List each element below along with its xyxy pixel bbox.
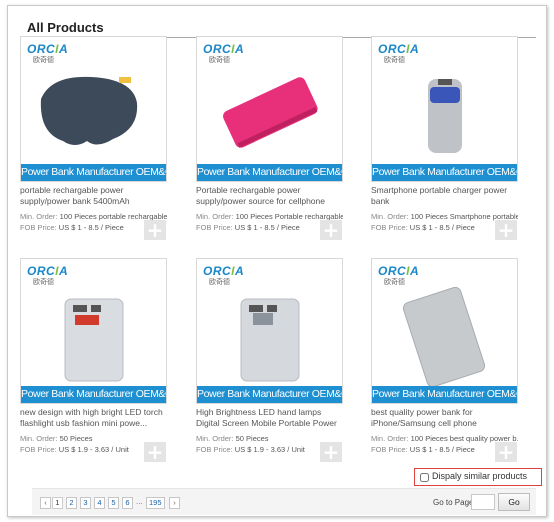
logo-chinese: 欧奇德 <box>384 56 405 64</box>
goto-page-input[interactable] <box>471 494 495 510</box>
product-name-link[interactable]: High Brightness LED hand lamps Digital S… <box>196 407 344 431</box>
fob-price-value: US $ 1.9 - 3.63 / Unit <box>58 445 129 454</box>
product-thumbnail[interactable]: ORCIA欧奇德 Power Bank Manufacturer OEM&ODM … <box>20 36 167 182</box>
page-last-link[interactable]: 195 <box>146 497 165 509</box>
display-similar-toggle[interactable]: Dispaly similar products <box>414 468 542 486</box>
fob-price-value: US $ 1.9 - 3.63 / Unit <box>234 445 305 454</box>
fob-price-label: FOB Price: <box>196 223 233 232</box>
page-2-link[interactable]: 2 <box>66 497 77 509</box>
min-order-label: Min. Order: <box>371 434 409 443</box>
logo-chinese: 欧奇德 <box>33 56 54 64</box>
logo-word: ORCIA <box>378 264 420 278</box>
page-4-link[interactable]: 4 <box>94 497 105 509</box>
page-3-link[interactable]: 3 <box>80 497 91 509</box>
orcia-logo: ORCIA 欧奇德 <box>203 264 253 286</box>
product-name-link[interactable]: new design with high bright LED torch fl… <box>20 407 168 431</box>
add-product-plus-icon[interactable]: + <box>495 442 517 462</box>
min-order-label: Min. Order: <box>371 212 409 221</box>
go-button[interactable]: Go <box>498 493 530 511</box>
product-thumbnail[interactable]: ORCIA欧奇德 Power Bank Manufacturer OEM&ODM … <box>196 36 343 182</box>
page-1-link[interactable]: 1 <box>52 497 63 509</box>
add-product-plus-icon[interactable]: + <box>495 220 517 240</box>
fob-price-label: FOB Price: <box>371 445 408 454</box>
add-product-plus-icon[interactable]: + <box>144 442 166 462</box>
fob-price-label: FOB Price: <box>20 223 57 232</box>
fob-price-label: FOB Price: <box>20 445 57 454</box>
logo-word: ORCIA <box>27 42 69 56</box>
pagination-ellipsis: ... <box>136 497 143 506</box>
add-product-plus-icon[interactable]: + <box>320 442 342 462</box>
orcia-logo: ORCIA 欧奇德 <box>27 42 77 64</box>
logo-chinese: 欧奇德 <box>209 278 230 286</box>
service-banner: Power Bank Manufacturer OEM&ODM Service <box>21 386 166 403</box>
min-order-value: 50 Pieces <box>59 434 93 443</box>
page-6-link[interactable]: 6 <box>122 497 133 509</box>
add-product-plus-icon[interactable]: + <box>144 220 166 240</box>
service-banner: Power Bank Manufacturer OEM&ODM Service <box>21 164 166 181</box>
product-thumbnail[interactable]: ORCIA欧奇德 Power Bank Manufacturer OEM&ODM … <box>371 258 518 404</box>
product-card[interactable]: ORCIA欧奇德 Power Bank Manufacturer OEM&ODM … <box>20 36 170 261</box>
product-thumbnail[interactable]: ORCIA欧奇德 Power Bank Manufacturer OEM&ODM … <box>196 258 343 404</box>
min-order-value: 50 Pieces <box>235 434 269 443</box>
product-name-link[interactable]: best quality power bank for iPhone/Samsu… <box>371 407 519 431</box>
orcia-logo: ORCIA 欧奇德 <box>378 264 428 286</box>
fob-price-label: FOB Price: <box>371 223 408 232</box>
product-thumbnail[interactable]: ORCIA欧奇德 Power Bank Manufacturer OEM&ODM … <box>371 36 518 182</box>
logo-chinese: 欧奇德 <box>384 278 405 286</box>
orcia-logo: ORCIA 欧奇德 <box>27 264 77 286</box>
logo-word: ORCIA <box>203 264 245 278</box>
product-card[interactable]: ORCIA欧奇德 Power Bank Manufacturer OEM&ODM … <box>371 258 521 483</box>
logo-word: ORCIA <box>378 42 420 56</box>
product-card[interactable]: ORCIA欧奇德 Power Bank Manufacturer OEM&ODM … <box>20 258 170 483</box>
display-similar-checkbox[interactable] <box>420 473 429 482</box>
service-banner: Power Bank Manufacturer OEM&ODM Service <box>197 386 342 403</box>
logo-chinese: 欧奇德 <box>33 278 54 286</box>
product-name-link[interactable]: Portable rechargable power supply/power … <box>196 185 344 209</box>
logo-word: ORCIA <box>27 264 69 278</box>
service-banner: Power Bank Manufacturer OEM&ODM Service <box>197 164 342 181</box>
fob-price-value: US $ 1 - 8.5 / Piece <box>409 445 475 454</box>
product-card[interactable]: ORCIA欧奇德 Power Bank Manufacturer OEM&ODM … <box>371 36 521 261</box>
product-thumbnail[interactable]: ORCIA欧奇德 Power Bank Manufacturer OEM&ODM … <box>20 258 167 404</box>
display-similar-label: Dispaly similar products <box>432 471 528 481</box>
min-order-label: Min. Order: <box>196 434 234 443</box>
fob-price-value: US $ 1 - 8.5 / Piece <box>409 223 475 232</box>
service-banner: Power Bank Manufacturer OEM&ODM Service <box>372 164 517 181</box>
pagination-bar: ‹ 1 2 3 4 5 6 ... 195 › Go to Page Go <box>32 488 536 515</box>
product-card[interactable]: ORCIA欧奇德 Power Bank Manufacturer OEM&ODM … <box>196 258 346 483</box>
min-order-label: Min. Order: <box>20 434 58 443</box>
orcia-logo: ORCIA 欧奇德 <box>203 42 253 64</box>
page-title: All Products <box>27 20 104 35</box>
product-card[interactable]: ORCIA欧奇德 Power Bank Manufacturer OEM&ODM … <box>196 36 346 261</box>
fob-price-value: US $ 1 - 8.5 / Piece <box>58 223 124 232</box>
fob-price-label: FOB Price: <box>196 445 233 454</box>
prev-page-button[interactable]: ‹ <box>40 497 51 509</box>
logo-word: ORCIA <box>203 42 245 56</box>
next-page-button[interactable]: › <box>169 497 180 509</box>
min-order-label: Min. Order: <box>20 212 58 221</box>
goto-page-label: Go to Page <box>433 498 474 507</box>
add-product-plus-icon[interactable]: + <box>320 220 342 240</box>
products-panel: All Products ORCIA 欧奇德 Power Bank Manufact… <box>7 5 547 517</box>
min-order-label: Min. Order: <box>196 212 234 221</box>
service-banner: Power Bank Manufacturer OEM&ODM Service <box>372 386 517 403</box>
fob-price-value: US $ 1 - 8.5 / Piece <box>234 223 300 232</box>
orcia-logo: ORCIA 欧奇德 <box>378 42 428 64</box>
page-5-link[interactable]: 5 <box>108 497 119 509</box>
product-name-link[interactable]: Smartphone portable charger power bank <box>371 185 519 209</box>
logo-chinese: 欧奇德 <box>209 56 230 64</box>
product-name-link[interactable]: portable rechargable power supply/power … <box>20 185 168 209</box>
